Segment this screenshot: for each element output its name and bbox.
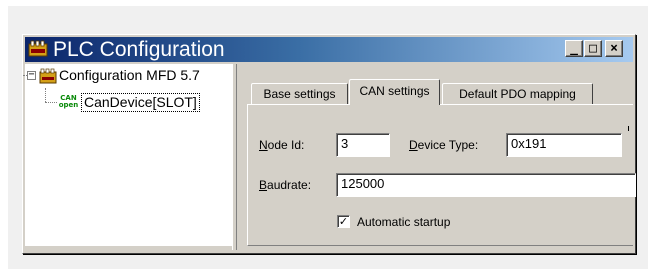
close-button[interactable]: × [605,40,623,57]
automatic-startup-label[interactable]: Automatic startup [357,215,450,229]
node-id-label: Node Id: [259,138,305,152]
plc-configuration-window: PLC Configuration _ □ × − Configuration … [22,34,636,254]
minimize-button[interactable]: _ [565,40,583,57]
configuration-tree[interactable]: − Configuration MFD 5.7 CAN open CanDevi… [23,64,232,250]
can-open-icon: CAN open [58,95,79,111]
tab-base-settings[interactable]: Base settings [251,83,348,104]
device-type-field[interactable]: 0x191 [506,133,622,157]
baudrate-label: Baudrate: [259,178,312,192]
plc-configuration-icon [28,40,48,57]
can-open-icon-text-bottom: open [58,101,79,109]
tab-can-settings[interactable]: CAN settings [349,79,440,105]
tree-scrollbar[interactable] [25,245,232,250]
panel-splitter[interactable] [232,64,237,250]
tab-default-pdo-mapping[interactable]: Default PDO mapping [442,83,593,104]
device-type-label: Device Type: [409,138,479,152]
title-bar[interactable]: PLC Configuration _ □ × [25,37,633,62]
settings-panel: Base settings CAN settings Default PDO m… [239,64,636,250]
maximize-button[interactable]: □ [584,40,602,57]
cursor-mark [628,126,629,131]
tree-root-label[interactable]: Configuration MFD 5.7 [59,67,200,84]
configuration-folder-icon [39,68,57,84]
tree-connector [45,102,57,103]
collapse-toggle[interactable]: − [27,70,36,80]
window-title: PLC Configuration [53,38,225,61]
tree-connector [45,88,46,102]
baudrate-field[interactable]: 125000 [336,173,636,197]
automatic-startup-checkbox[interactable]: ✓ [337,215,350,228]
node-id-field[interactable]: 3 [336,133,390,157]
tree-item-can-device[interactable]: CanDevice[SLOT] [81,93,200,112]
